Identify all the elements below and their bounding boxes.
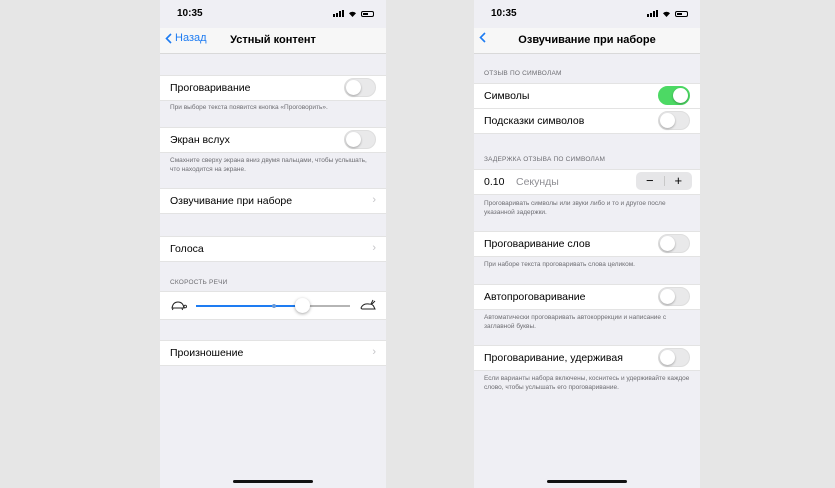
section-header-characters: Отзыв по символам xyxy=(484,70,562,77)
delay-unit: Секунды xyxy=(516,176,559,188)
page-title: Озвучивание при наборе xyxy=(518,34,656,46)
cell-label: Экран вслух xyxy=(170,134,230,146)
cell-character-hints: Подсказки символов xyxy=(474,109,700,134)
cell-typing-feedback[interactable]: Озвучивание при наборе › xyxy=(160,188,386,214)
signal-icon xyxy=(647,10,658,17)
cell-speak-words: Проговаривание слов xyxy=(474,231,700,257)
cell-label: Озвучивание при наборе xyxy=(170,195,293,207)
toggle-knob xyxy=(660,236,675,251)
status-icons xyxy=(333,10,374,17)
status-time: 10:35 xyxy=(177,8,203,19)
cell-speaking-rate xyxy=(160,291,386,320)
rate-slider-thumb[interactable] xyxy=(295,298,310,313)
toggle-knob xyxy=(346,80,361,95)
toggle-auto-text[interactable] xyxy=(658,287,690,306)
cell-label: Произношение xyxy=(170,347,244,359)
cell-speak-screen: Экран вслух xyxy=(160,127,386,153)
cell-delay: 0.10 Секунды − + xyxy=(474,169,700,195)
stepper-plus-button[interactable]: + xyxy=(665,172,693,190)
cell-label: Подсказки символов xyxy=(484,115,585,127)
nav-bar: Озвучивание при наборе xyxy=(474,28,700,54)
toggle-knob xyxy=(346,132,361,147)
section-header-delay: Задержка отзыва по символам xyxy=(484,156,606,163)
slider-track xyxy=(303,305,350,307)
wifi-icon xyxy=(349,11,356,17)
wifi-icon xyxy=(663,11,670,17)
chevron-right-icon: › xyxy=(372,194,376,206)
hare-icon xyxy=(360,299,376,310)
signal-icon xyxy=(333,10,344,17)
stepper-minus-button[interactable]: − xyxy=(636,172,664,190)
cell-label: Проговаривание слов xyxy=(484,238,591,250)
cell-label: Проговаривание, удерживая xyxy=(484,352,623,364)
home-indicator[interactable] xyxy=(233,480,313,483)
home-indicator[interactable] xyxy=(547,480,627,483)
cell-label: Символы xyxy=(484,90,530,102)
toggle-characters[interactable] xyxy=(658,86,690,105)
delay-value: 0.10 xyxy=(484,176,505,188)
status-time: 10:35 xyxy=(491,8,517,19)
cell-characters: Символы xyxy=(474,83,700,109)
cell-pronunciations[interactable]: Произношение › xyxy=(160,340,386,366)
cell-auto-text: Автопроговаривание xyxy=(474,284,700,310)
toggle-knob xyxy=(673,88,688,103)
toggle-speak-screen[interactable] xyxy=(344,130,376,149)
delay-stepper: − + xyxy=(636,172,692,190)
cell-label: Проговаривание xyxy=(170,82,251,94)
toggle-character-hints[interactable] xyxy=(658,111,690,130)
battery-icon xyxy=(361,10,374,17)
cell-hold-to-speak: Проговаривание, удерживая xyxy=(474,345,700,371)
turtle-icon xyxy=(171,301,187,311)
toggle-hold-to-speak[interactable] xyxy=(658,348,690,367)
chevron-right-icon: › xyxy=(372,346,376,358)
section-header-rate: Скорость речи xyxy=(170,279,228,286)
battery-icon xyxy=(675,10,688,17)
status-bar: 10:35 xyxy=(474,0,700,28)
footer-delay: Проговаривать символы или звуки либо и т… xyxy=(484,200,666,216)
toggle-speak-words[interactable] xyxy=(658,234,690,253)
cell-voices[interactable]: Голоса › xyxy=(160,236,386,262)
footer-auto-text: Автоматически проговаривать автокоррекци… xyxy=(484,314,667,330)
toggle-knob xyxy=(660,350,675,365)
chevron-right-icon: › xyxy=(372,242,376,254)
cell-label: Голоса xyxy=(170,243,204,255)
footer-speak-words: При наборе текста проговаривать слова це… xyxy=(484,261,635,268)
footer-speak-screen: Смахните сверху экрана вниз двумя пальца… xyxy=(170,157,367,173)
page-title: Устный контент xyxy=(230,34,316,46)
status-icons xyxy=(647,10,688,17)
toggle-knob xyxy=(660,289,675,304)
slider-tick xyxy=(272,304,276,308)
toggle-knob xyxy=(660,113,675,128)
cell-label: Автопроговаривание xyxy=(484,291,586,303)
phone-left: 10:35 Назад Устный контент Проговаривани… xyxy=(160,0,386,488)
nav-bar: Назад Устный контент xyxy=(160,28,386,54)
footer-hold-to-speak: Если варианты набора включены, коснитесь… xyxy=(484,375,690,391)
phone-right: 10:35 Озвучивание при наборе Отзыв по си… xyxy=(474,0,700,488)
status-bar: 10:35 xyxy=(160,0,386,28)
cell-speak-selection: Проговаривание xyxy=(160,75,386,101)
slider-track-filled xyxy=(196,305,303,307)
footer-speak-selection: При выборе текста появится кнопка «Прого… xyxy=(170,104,328,111)
toggle-speak-selection[interactable] xyxy=(344,78,376,97)
